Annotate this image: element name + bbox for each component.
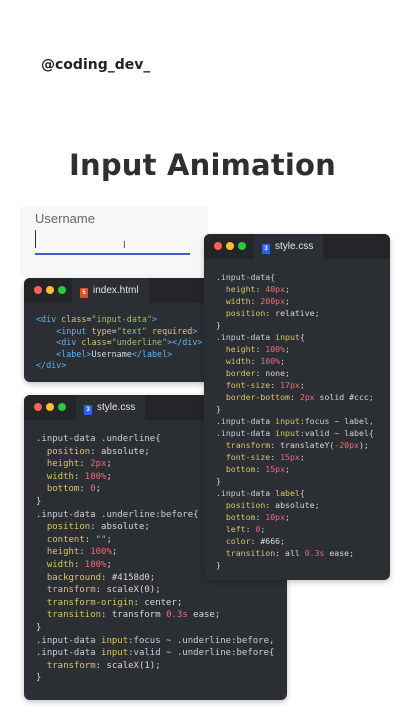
- minimize-dot-icon[interactable]: [46, 286, 54, 294]
- css-code-top: .input-data{ height: 40px; width: 200px;…: [216, 272, 374, 570]
- username-label: Username: [35, 211, 95, 226]
- creator-handle: @coding_dev_: [41, 57, 151, 73]
- css3-file-icon: 3: [84, 405, 92, 415]
- page-title: Input Animation: [69, 148, 336, 182]
- mouse-cursor-icon: I: [123, 240, 126, 251]
- html-editor-window: 5 index.html <div class="input-data"> <in…: [24, 278, 214, 382]
- minimize-dot-icon[interactable]: [226, 242, 234, 250]
- tab-label: style.css: [275, 241, 314, 252]
- close-dot-icon[interactable]: [34, 286, 42, 294]
- maximize-dot-icon[interactable]: [58, 403, 66, 411]
- html-code: <div class="input-data"> <input type="te…: [36, 314, 203, 370]
- input-underline: [35, 253, 190, 255]
- close-dot-icon[interactable]: [214, 242, 222, 250]
- text-caret: [35, 230, 36, 248]
- window-titlebar: 3 style.css: [204, 234, 390, 259]
- css-editor-window-top: 3 style.css .input-data{ height: 40px; wi…: [204, 234, 390, 580]
- maximize-dot-icon[interactable]: [58, 286, 66, 294]
- css3-file-icon: 3: [262, 244, 270, 254]
- tab-index-html[interactable]: 5 index.html: [72, 278, 149, 303]
- tab-style-css[interactable]: 3 style.css: [254, 234, 324, 259]
- window-titlebar: 5 index.html: [24, 278, 214, 303]
- minimize-dot-icon[interactable]: [46, 403, 54, 411]
- html5-file-icon: 5: [80, 288, 88, 298]
- maximize-dot-icon[interactable]: [238, 242, 246, 250]
- username-input-demo[interactable]: Username I: [20, 207, 208, 277]
- tab-label: index.html: [93, 285, 139, 296]
- tab-label: style.css: [97, 402, 136, 413]
- tab-style-css[interactable]: 3 style.css: [76, 395, 146, 420]
- close-dot-icon[interactable]: [34, 403, 42, 411]
